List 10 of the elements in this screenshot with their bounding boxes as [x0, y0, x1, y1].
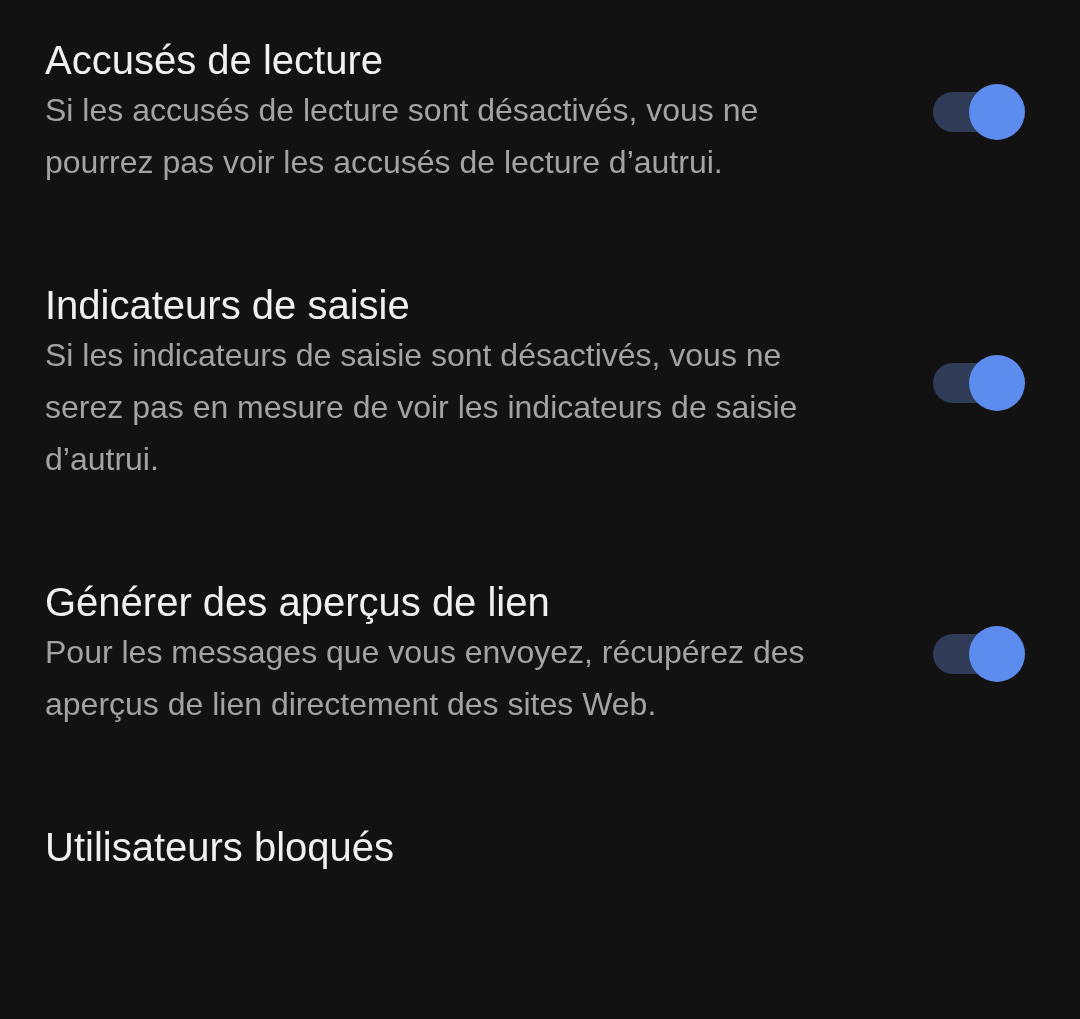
toggle-switch[interactable]	[933, 83, 1025, 141]
toggle-switch[interactable]	[933, 625, 1025, 683]
setting-title: Indicateurs de saisie	[45, 282, 411, 329]
setting-description: Pour les messages que vous envoyez, récupérez des aperçus de lien directement des sites Web.	[45, 633, 806, 724]
setting-title: Générer des aperçus de lien	[45, 579, 551, 626]
setting-title: Accusés de lecture	[45, 37, 384, 84]
setting-description: Si les indicateurs de saisie sont désactivés, vous ne serez pas en mesure de voir les indicateurs de saisie d’autrui.	[45, 336, 799, 479]
toggle-switch[interactable]	[933, 354, 1025, 412]
setting-link[interactable]: Utilisateurs bloqués	[45, 823, 395, 871]
setting-description: Si les accusés de lecture sont désactivés, vous ne pourrez pas voir les accusés de lecture d’autrui.	[45, 91, 760, 182]
